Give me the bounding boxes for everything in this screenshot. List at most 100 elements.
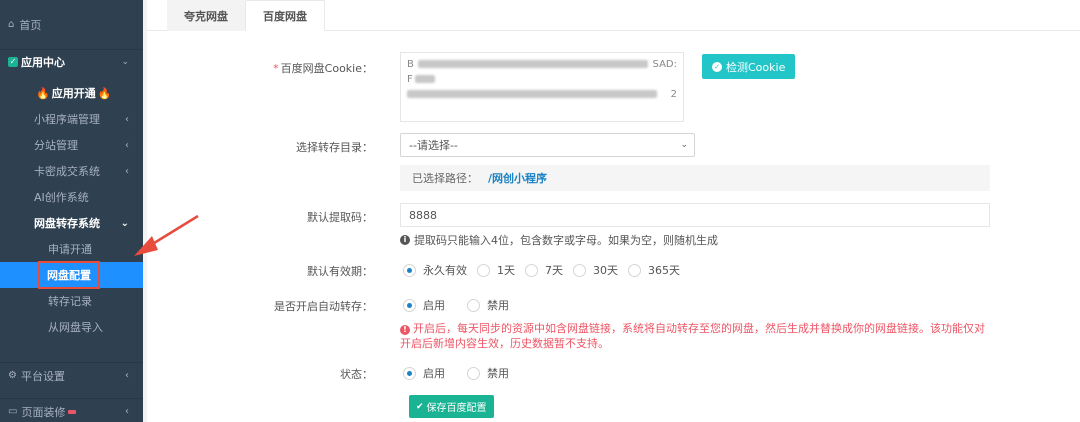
radio-button[interactable]: [403, 298, 416, 312]
sidebar-item-label: 网盘转存系统: [34, 217, 100, 230]
sidebar-subitem-netdisk-config[interactable]: 网盘配置: [0, 261, 143, 289]
sidebar-item-ai-creation[interactable]: AI创作系统: [0, 184, 143, 210]
chevron-down-icon: ⌄: [680, 140, 688, 150]
cookie-text: SAD:: [652, 59, 677, 70]
code-label: 默认提取码：: [307, 211, 373, 224]
sidebar-subitem-import[interactable]: 从网盘导入: [0, 314, 143, 340]
auto-option-disable[interactable]: 禁用: [467, 297, 509, 313]
sidebar-item-label: 应用开通: [51, 87, 96, 100]
auto-transfer-label: 是否开启自动转存：: [274, 300, 373, 313]
sidebar-subitem-transfer-records[interactable]: 转存记录: [0, 288, 143, 314]
tab-baidu[interactable]: 百度网盘: [245, 0, 325, 31]
alert-icon: !: [400, 325, 410, 335]
validity-option-365d[interactable]: 365天: [628, 262, 680, 278]
sidebar-item-label: 分站管理: [34, 139, 78, 152]
status-option-enable[interactable]: 启用: [403, 365, 445, 381]
chevron-left-icon: ‹: [125, 406, 129, 417]
radio-button[interactable]: [573, 263, 586, 277]
radio-label: 禁用: [487, 367, 509, 380]
check-circle-icon: ✓: [712, 61, 722, 72]
chevron-left-icon: ‹: [125, 139, 129, 151]
extract-code-value: 8888: [409, 208, 437, 222]
radio-button[interactable]: [477, 263, 490, 277]
config-panel: 夸克网盘 百度网盘 * 百度网盘Cookie： B SAD: F 2 ✓ 检测Coo…: [147, 0, 1080, 422]
sidebar-item-miniprogram[interactable]: 小程序端管理 ‹: [0, 106, 143, 132]
selected-path-value: /网创小程序: [488, 172, 548, 185]
radio-button[interactable]: [403, 366, 416, 380]
sidebar-section-label: 应用中心: [21, 56, 65, 69]
selected-path-label: 已选择路径：: [412, 172, 478, 185]
validity-option-30d[interactable]: 30天: [573, 262, 618, 278]
radio-label: 启用: [423, 299, 445, 312]
radio-label: 禁用: [487, 299, 509, 312]
tab-bar: 夸克网盘 百度网盘: [147, 0, 1080, 31]
sidebar-item-home[interactable]: ⌂ 首页: [0, 0, 143, 50]
dir-select[interactable]: --请选择-- ⌄: [400, 133, 695, 157]
redacted-text: [414, 75, 435, 83]
sidebar-item-label: 首页: [19, 18, 42, 32]
sidebar-item-label: 小程序端管理: [34, 113, 100, 126]
sidebar-subitem-label: 转存记录: [48, 295, 92, 308]
code-hint-text: 提取码只能输入4位，包含数字或字母。如果为空，则随机生成: [414, 234, 718, 247]
chevron-down-icon: ⌄: [121, 57, 129, 67]
save-button-label: 保存百度配置: [426, 403, 487, 414]
sidebar-item-netdisk-system[interactable]: 网盘转存系统 ⌄: [0, 210, 143, 236]
chevron-left-icon: ‹: [125, 370, 129, 381]
status-option-disable[interactable]: 禁用: [467, 365, 509, 381]
validity-option-7d[interactable]: 7天: [525, 262, 563, 278]
cookie-line: 2: [407, 87, 677, 102]
check-icon: ✓: [8, 57, 18, 67]
sidebar-item-label: 平台设置: [20, 369, 65, 383]
validity-radio-group: 永久有效 1天 7天 30天 365天: [403, 262, 690, 278]
sidebar-subitem-label: 网盘配置: [47, 269, 91, 282]
sidebar-item-platform-settings[interactable]: ⚙ 平台设置 ‹: [0, 362, 143, 388]
radio-label: 365天: [648, 264, 680, 277]
sidebar-subitem-apply[interactable]: 申请开通: [0, 236, 143, 262]
radio-button[interactable]: [525, 263, 538, 277]
validity-option-1d[interactable]: 1天: [477, 262, 515, 278]
status-radio-group: 启用 禁用: [403, 365, 519, 381]
info-icon: i: [400, 235, 410, 245]
gear-icon: ⚙: [8, 370, 17, 381]
radio-label: 30天: [593, 264, 618, 277]
redacted-text: [417, 60, 648, 68]
save-baidu-config-button[interactable]: ✔ 保存百度配置: [409, 395, 494, 418]
cookie-textarea[interactable]: B SAD: F 2: [400, 52, 684, 122]
sidebar-item-card-system[interactable]: 卡密成交系统 ‹: [0, 158, 143, 184]
sidebar-item-substation[interactable]: 分站管理 ‹: [0, 132, 143, 158]
sidebar-item-page-decor[interactable]: ▭ 页面装修 ‹: [0, 398, 143, 422]
radio-button[interactable]: [467, 298, 480, 312]
sidebar-section-app-center[interactable]: ✓ 应用中心 ⌄: [0, 50, 143, 74]
sidebar-item-label: 卡密成交系统: [34, 165, 100, 178]
fire-icon: 🔥: [97, 86, 112, 100]
auto-transfer-radio-group: 启用 禁用: [403, 297, 519, 313]
radio-label: 7天: [545, 264, 563, 277]
chevron-down-icon: ⌄: [120, 217, 129, 229]
selected-path-box: 已选择路径： /网创小程序: [400, 165, 990, 191]
radio-button[interactable]: [403, 263, 416, 277]
code-hint: i 提取码只能输入4位，包含数字或字母。如果为空，则随机生成: [400, 232, 718, 248]
sidebar-item-app-open[interactable]: 🔥 应用开通 🔥: [0, 80, 143, 106]
cookie-label: * 百度网盘Cookie：: [147, 60, 373, 76]
validity-option-forever[interactable]: 永久有效: [403, 262, 467, 278]
required-mark: *: [273, 62, 279, 75]
dir-label: 选择转存目录：: [296, 141, 373, 154]
fire-icon: 🔥: [36, 86, 50, 100]
sidebar-item-label: 页面装修: [21, 405, 66, 419]
cookie-text: 2: [670, 89, 677, 100]
sidebar-subitem-label: 从网盘导入: [48, 321, 103, 334]
radio-button[interactable]: [628, 263, 641, 277]
cookie-line: B SAD:: [407, 57, 677, 72]
radio-label: 永久有效: [423, 264, 467, 277]
monitor-icon: ▭: [8, 406, 18, 417]
auto-transfer-warning: ! 开启后，每天同步的资源中如含网盘链接，系统将自动转存至您的网盘，然后生成并替换…: [400, 321, 990, 351]
check-cookie-button[interactable]: ✓ 检测Cookie: [702, 54, 796, 79]
tab-quark[interactable]: 夸克网盘: [167, 0, 245, 31]
main-content: 夸克网盘 百度网盘 * 百度网盘Cookie： B SAD: F 2 ✓ 检测Coo…: [143, 0, 1080, 422]
radio-button[interactable]: [467, 366, 480, 380]
extract-code-input[interactable]: 8888: [400, 203, 990, 227]
check-cookie-label: 检测Cookie: [726, 60, 786, 74]
sidebar-item-label: AI创作系统: [34, 191, 89, 204]
highlight-box: 网盘配置: [38, 261, 100, 289]
auto-option-enable[interactable]: 启用: [403, 297, 445, 313]
